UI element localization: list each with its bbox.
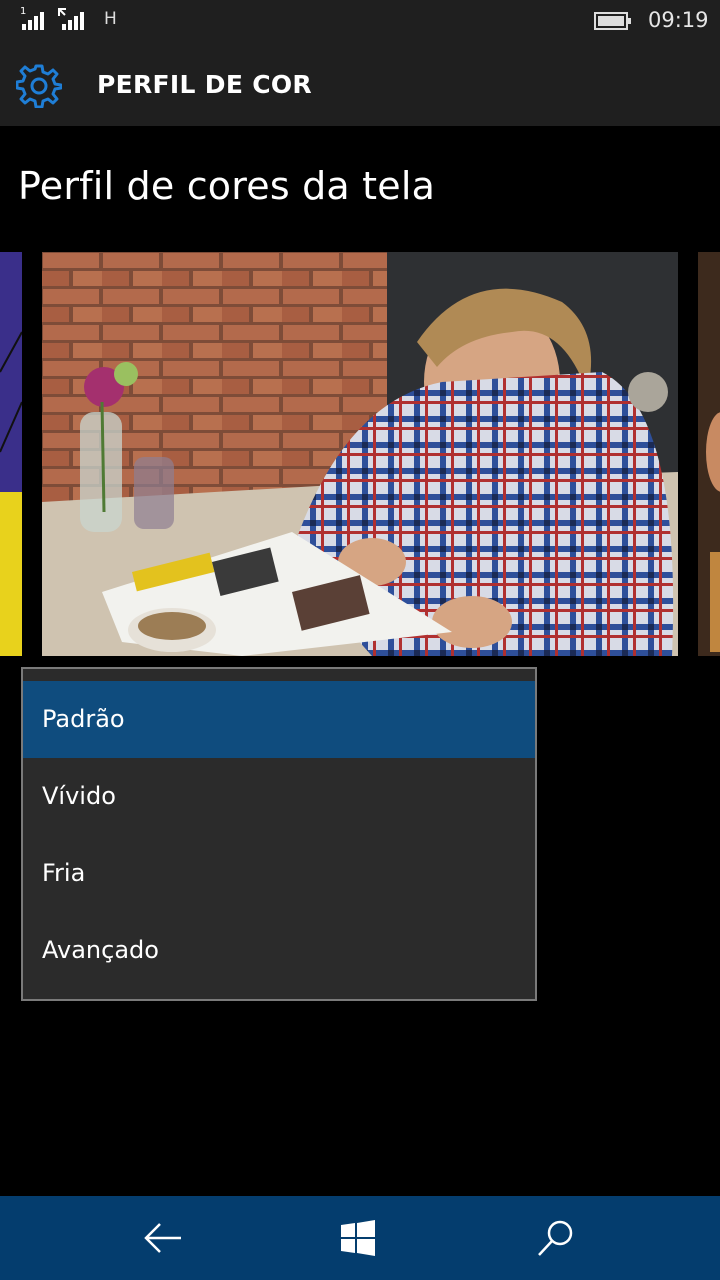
battery-icon (594, 12, 632, 34)
option-vivido[interactable]: Vívido (23, 758, 535, 835)
search-icon (538, 1220, 573, 1256)
sim1-label: 1 (20, 6, 27, 17)
next-preview-image[interactable] (698, 252, 720, 656)
option-fria[interactable]: Fria (23, 835, 535, 912)
network-type: H (104, 9, 117, 29)
color-profile-preview-image[interactable] (42, 252, 678, 656)
page-title: Perfil de cores da tela (18, 164, 436, 208)
start-button[interactable] (310, 1196, 406, 1280)
windows-start-icon (341, 1220, 375, 1256)
back-arrow-icon (144, 1223, 181, 1253)
option-padrao[interactable]: Padrão (23, 681, 535, 758)
back-button[interactable] (115, 1196, 211, 1280)
search-button[interactable] (508, 1196, 604, 1280)
status-bar: 1 H 09:19 (0, 0, 720, 42)
color-profile-dropdown[interactable]: Padrão Vívido Fria Avançado (21, 667, 537, 1001)
app-header: PERFIL DE COR (0, 42, 720, 126)
option-avancado[interactable]: Avançado (23, 912, 535, 989)
header-title: PERFIL DE COR (97, 70, 312, 99)
signal-sim1-icon: 1 (20, 6, 48, 36)
previous-preview-image[interactable] (0, 252, 22, 656)
navigation-bar (0, 1196, 720, 1280)
signal-sim2-icon (58, 8, 88, 36)
clock: 09:19 (648, 8, 709, 32)
gear-icon (15, 62, 63, 109)
